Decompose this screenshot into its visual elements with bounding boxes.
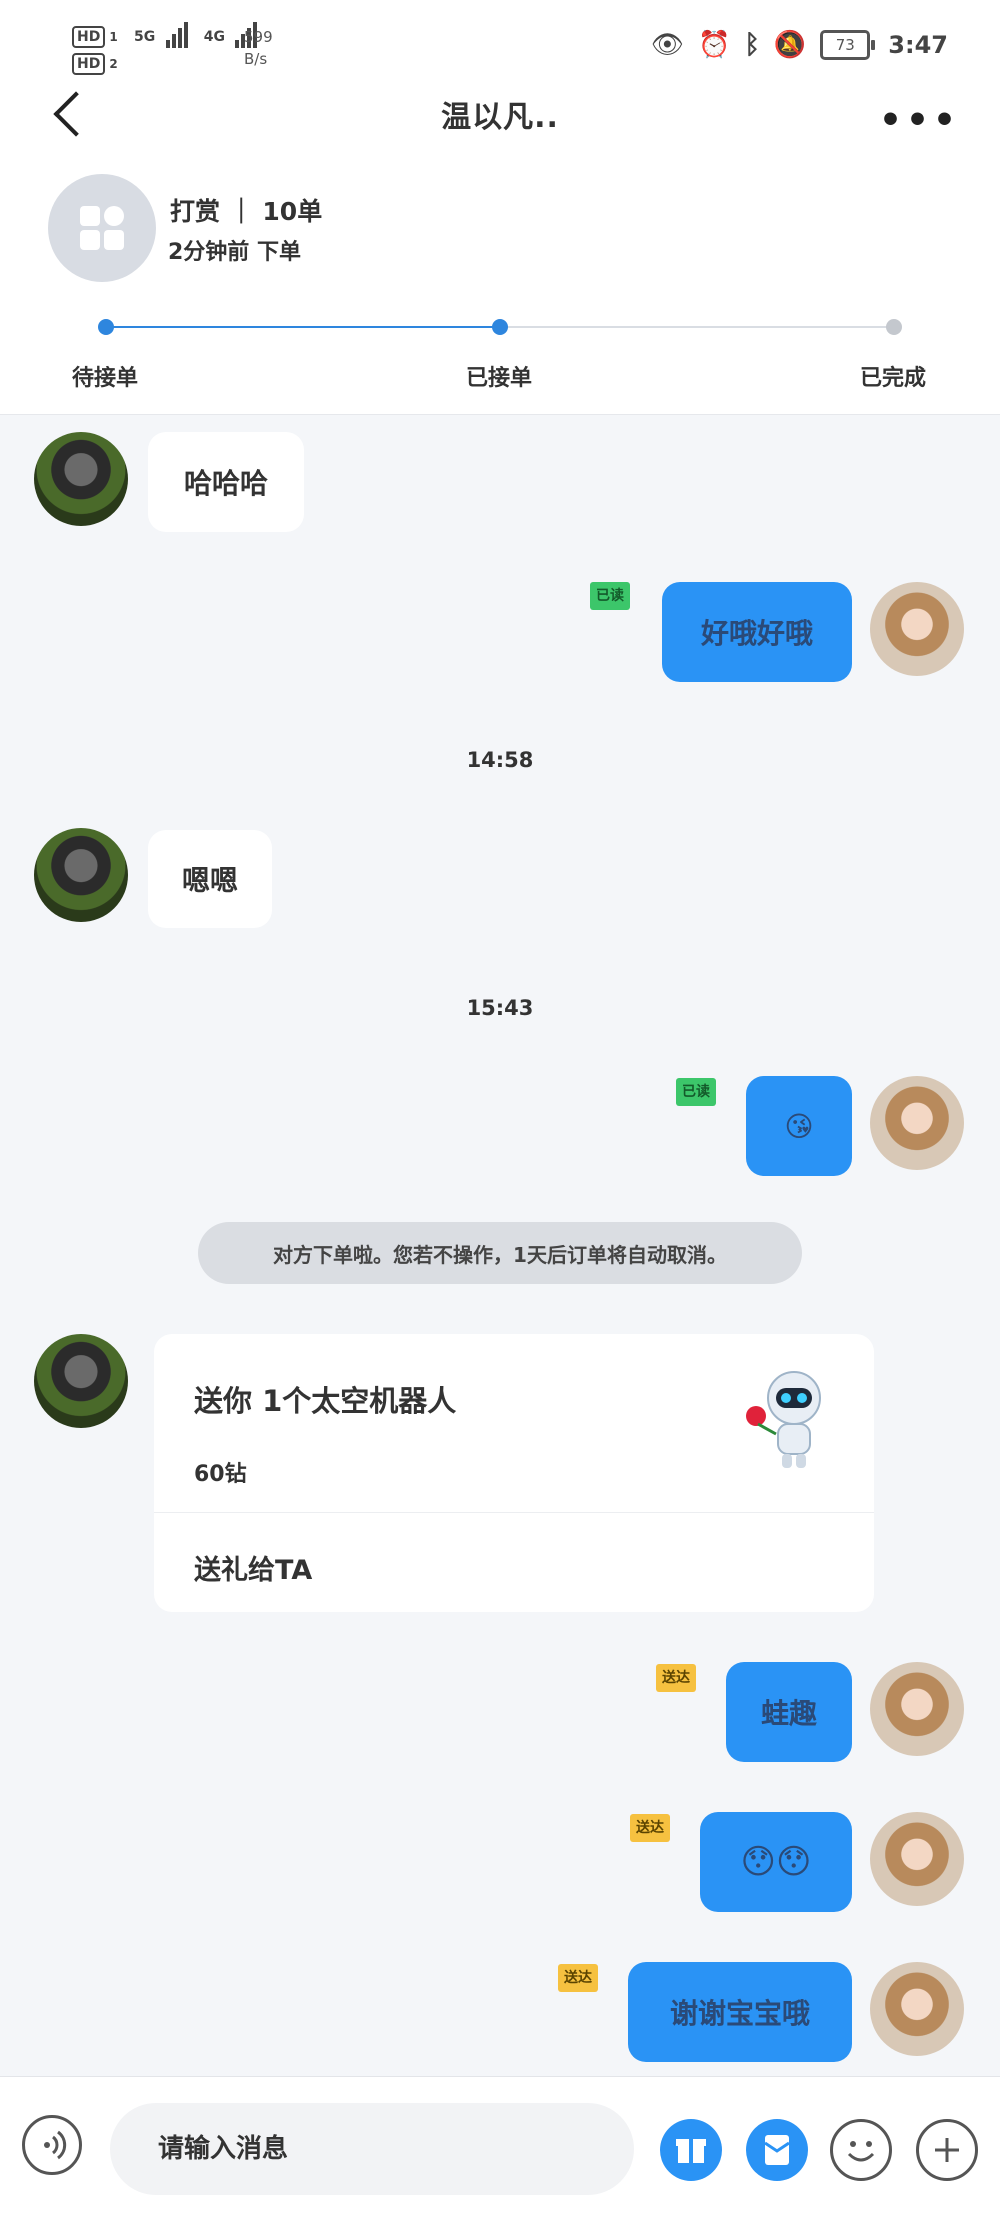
message-outgoing[interactable]: 😘	[746, 1076, 852, 1176]
message-outgoing[interactable]: 谢谢宝宝哦	[628, 1962, 852, 2062]
avatar-other[interactable]	[34, 828, 128, 922]
chat-title: 温以凡..	[441, 100, 559, 135]
gift-divider	[154, 1512, 874, 1513]
avatar-me[interactable]	[870, 582, 964, 676]
step-label-accepted: 已接单	[466, 366, 533, 391]
eye-icon: 👁	[650, 30, 684, 60]
message-input[interactable]	[110, 2103, 634, 2195]
mute-bell-icon: 🔕	[773, 30, 807, 60]
signal-bars-icon	[165, 22, 190, 48]
avatar-me[interactable]	[870, 1662, 964, 1756]
timestamp: 14:58	[466, 748, 534, 772]
plus-icon[interactable]	[916, 2119, 978, 2181]
space-robot-icon	[746, 1371, 821, 1468]
status-bar: HD 1 5G 4G HD 2 599 B/s 👁 ⏰ ᛒ 🔕 73 3:47	[0, 0, 1000, 92]
step-dot-2	[492, 319, 508, 335]
more-options-icon[interactable]: •••	[879, 100, 960, 141]
avatar-me[interactable]	[870, 1076, 964, 1170]
step-dot-3	[886, 319, 902, 335]
read-badge: 已读	[590, 582, 630, 610]
read-badge: 已读	[676, 1078, 716, 1106]
step-dot-1	[98, 319, 114, 335]
order-card[interactable]: 打赏 ｜ 10单 2分钟前 下单 待接单 已接单 已完成	[0, 160, 1000, 415]
input-bar	[0, 2076, 1000, 2223]
bluetooth-icon: ᛒ	[744, 30, 760, 60]
avatar-me[interactable]	[870, 1962, 964, 2056]
red-packet-icon[interactable]	[746, 2119, 808, 2181]
avatar-other[interactable]	[34, 432, 128, 526]
sent-badge: 送达	[558, 1964, 598, 1992]
system-note: 对方下单啦。您若不操作，1天后订单将自动取消。	[198, 1222, 802, 1284]
send-gift-button[interactable]: 送礼给TA	[194, 1548, 312, 1587]
message-outgoing[interactable]: 😯😯	[700, 1812, 852, 1912]
net1-label: 5G	[133, 29, 156, 45]
voice-icon[interactable]	[22, 2115, 82, 2175]
step-label-done: 已完成	[860, 366, 927, 391]
battery-icon: 73	[820, 30, 876, 60]
gift-price: 60钻	[194, 1462, 247, 1487]
gift-icon[interactable]	[660, 2119, 722, 2181]
message-outgoing[interactable]: 好哦好哦	[662, 582, 852, 682]
emoji-icon[interactable]	[830, 2119, 892, 2181]
sent-badge: 送达	[656, 1664, 696, 1692]
avatar-me[interactable]	[870, 1812, 964, 1906]
net-speed: 599 B/s	[244, 28, 273, 68]
avatar-other[interactable]	[34, 1334, 128, 1428]
order-type: 打赏 ｜ 10单	[170, 197, 323, 226]
message-incoming[interactable]: 哈哈哈	[148, 432, 304, 532]
status-icons: 👁 ⏰ ᛒ 🔕 73 3:47	[651, 30, 948, 60]
gift-card[interactable]: 送你 1个太空机器人 60钻 送礼给TA	[154, 1334, 874, 1612]
order-time: 2分钟前 下单	[168, 240, 301, 265]
message-incoming[interactable]: 嗯嗯	[148, 830, 272, 928]
timestamp: 15:43	[466, 996, 534, 1020]
gift-title: 送你 1个太空机器人	[194, 1384, 457, 1418]
step-label-pending: 待接单	[72, 366, 139, 391]
clock-time: 3:47	[888, 31, 948, 59]
hd1-label: HD	[72, 26, 106, 48]
alarm-icon: ⏰	[697, 30, 731, 60]
order-apps-icon	[48, 174, 156, 282]
message-outgoing[interactable]: 蛙趣	[726, 1662, 852, 1762]
progress-fill	[106, 326, 500, 328]
net2-label: 4G	[203, 29, 226, 45]
hd2-label: HD	[72, 53, 106, 75]
sent-badge: 送达	[630, 1814, 670, 1842]
